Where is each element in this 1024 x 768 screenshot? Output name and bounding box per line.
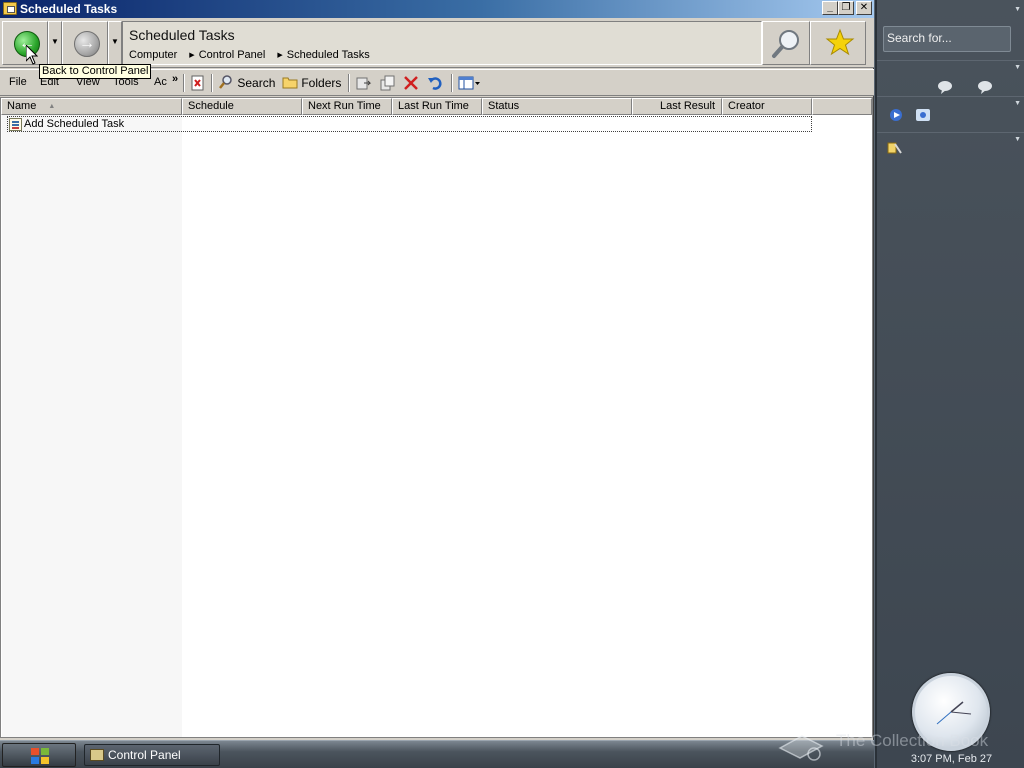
folder-icon [282,77,298,89]
task-list-view[interactable]: Name ▲ Schedule Next Run Time Last Run Ti… [0,97,873,738]
list-item-label: Add Scheduled Task [24,118,125,130]
scheduled-tasks-folder-icon [3,2,17,15]
windows-logo-icon [31,748,49,764]
sidebar-panel-arrow-icon[interactable]: ▼ [1014,64,1021,71]
start-button[interactable] [2,743,76,767]
column-header-row: Name ▲ Schedule Next Run Time Last Run Ti… [1,98,872,115]
sidebar-panel-arrow-icon[interactable]: ▼ [1014,136,1021,143]
folders-toolbar-button[interactable]: Folders [282,73,341,94]
close-button[interactable]: ✕ [856,1,872,15]
stop-page-icon[interactable] [190,75,206,91]
copy-to-icon[interactable] [380,75,396,91]
column-header-name[interactable]: Name ▲ [1,98,182,115]
column-header-filler [812,98,872,115]
add-scheduled-task-icon [9,118,22,131]
forward-button[interactable]: → [62,21,108,65]
tools-icon[interactable] [886,141,902,155]
search-icon [219,75,232,89]
chat-bubble-icon[interactable] [977,80,993,94]
toolbar-separator [211,74,213,92]
search-toolbar-button[interactable]: Search [218,73,275,94]
taskbar: Control Panel [0,740,874,768]
breadcrumb-separator-icon: ▶ [277,52,283,59]
breadcrumb-separator-icon: ▶ [189,52,195,59]
star-icon [825,28,855,56]
sorted-column-shading [2,115,182,737]
sort-ascending-icon: ▲ [48,103,56,110]
back-button-tooltip: Back to Control Panel [39,64,152,79]
column-header-last-run-time[interactable]: Last Run Time [392,98,482,115]
chat-bubble-icon[interactable] [937,80,953,94]
explorer-window: Scheduled Tasks _ ❐ ✕ ← ▼ → ▼ Scheduled … [0,0,874,740]
forward-arrow-icon: → [74,31,100,57]
minimize-button[interactable]: _ [822,1,838,15]
sidebar-divider [877,96,1024,97]
column-header-schedule[interactable]: Schedule [182,98,302,115]
favorites-button[interactable] [810,21,866,65]
taskbar-item-control-panel[interactable]: Control Panel [84,744,220,766]
address-title: Scheduled Tasks [129,27,235,43]
breadcrumb-scheduled-tasks[interactable]: Scheduled Tasks [287,49,370,61]
restore-button[interactable]: ❐ [838,1,854,15]
watermark-logo-icon [778,735,824,761]
list-item[interactable]: Add Scheduled Task [7,116,812,132]
column-header-status[interactable]: Status [482,98,632,115]
menu-overflow-chevron-icon[interactable]: » [172,73,178,85]
search-toolbar-label: Search [237,76,276,90]
desktop-sidebar: ▼ Search for... ▼ ▼ ▼ 3:07 PM, Feb 27 [875,0,1024,768]
window-title: Scheduled Tasks [20,2,118,16]
views-button[interactable] [458,75,482,96]
address-bar[interactable]: Scheduled Tasks Computer ▶ Control Panel ▶ S… [122,21,762,65]
back-history-dropdown[interactable]: ▼ [48,21,62,65]
column-header-next-run-time[interactable]: Next Run Time [302,98,392,115]
breadcrumb: Computer ▶ Control Panel ▶ Scheduled Tasks [129,49,370,61]
undo-icon[interactable] [427,75,443,91]
menu-advanced[interactable]: Ac [154,76,167,88]
clock-time-label: 3:07 PM, Feb 27 [910,753,993,765]
views-icon [458,76,480,90]
taskbar-item-label: Control Panel [108,748,181,762]
column-header-creator[interactable]: Creator [722,98,812,115]
forward-history-dropdown[interactable]: ▼ [108,21,122,65]
menu-file[interactable]: File [9,76,27,88]
media-player-icon[interactable] [888,108,904,122]
breadcrumb-computer[interactable]: Computer [129,49,177,61]
column-header-last-result[interactable]: Last Result [632,98,722,115]
breadcrumb-control-panel[interactable]: Control Panel [199,49,266,61]
search-button[interactable] [762,21,810,65]
sidebar-menu-arrow-icon[interactable]: ▼ [1014,6,1021,13]
sidebar-divider [877,60,1024,61]
sidebar-divider [877,132,1024,133]
toolbar-separator [348,74,350,92]
toolbar-separator [451,74,453,92]
sidebar-panel-arrow-icon[interactable]: ▼ [1014,100,1021,107]
folders-toolbar-label: Folders [301,76,342,90]
mouse-pointer-icon [26,45,38,65]
navigation-pane: ← ▼ → ▼ Scheduled Tasks Computer ▶ Control… [0,18,874,68]
column-header-name-label: Name [7,100,37,112]
move-to-icon[interactable] [356,75,372,91]
control-panel-icon [90,749,104,761]
watermark-text: The Collection Book [836,731,989,750]
delete-icon[interactable] [403,75,419,91]
title-bar[interactable]: Scheduled Tasks _ ❐ ✕ [0,0,874,18]
toolbar-separator [183,74,185,92]
sidebar-search-input[interactable]: Search for... [883,26,1011,52]
back-button[interactable]: ← [2,21,48,65]
volume-icon[interactable] [915,108,931,122]
magnifier-icon [772,30,799,58]
